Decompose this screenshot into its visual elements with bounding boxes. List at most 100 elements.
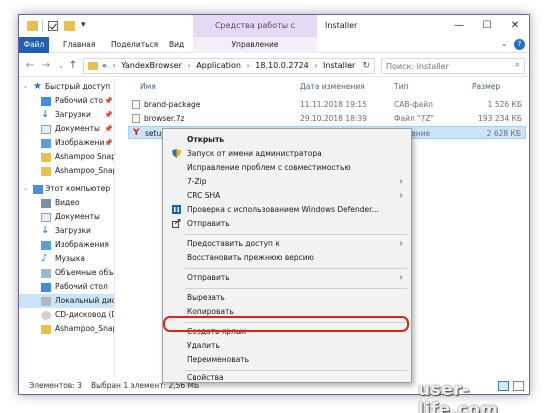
menu-item-rename[interactable]: Переименовать [163,353,411,367]
file-size: 2 628 КБ [486,129,521,138]
window-title: Installer [325,21,358,30]
nav-item-folder[interactable]: Ashampoo Snap [19,150,115,164]
file-size: 1 526 КБ [487,100,522,109]
cube-icon [41,269,51,278]
documents-icon [41,125,51,134]
address-bar: ← → ⌄ ↑ « › YandexBrowser › Application … [19,55,529,77]
back-arrow-icon[interactable]: ← [24,59,36,73]
nav-item-local-disk[interactable]: Локальный дис [19,294,114,308]
nav-item-folder[interactable]: Ashampoo_Snap [19,164,114,178]
nav-item-desktop[interactable]: Рабочий стол [19,280,114,294]
column-name[interactable]: Имя [140,80,156,94]
chevron-right-icon: › [399,273,403,283]
breadcrumb-item[interactable]: Application [196,61,241,70]
search-box[interactable]: ⌕ [381,58,525,74]
menu-item-restore-previous[interactable]: Восстановить прежнюю версию [163,251,411,265]
nav-item-cd-drive[interactable]: CD-дисковод (D [19,308,115,322]
properties-checkbox-icon[interactable] [48,21,58,31]
file-date: 29.10.2018 18:39 [300,114,367,123]
menu-item-defender-scan[interactable]: Проверка с использованием Windows Defend… [163,203,411,217]
desktop-icon [41,97,51,106]
nav-item-label: Рабочий сто [55,96,103,105]
column-date[interactable]: Дата изменения [300,80,365,94]
search-input[interactable] [382,59,507,73]
chevron-down-icon[interactable]: ⌄ [23,80,28,94]
ribbon-expand-icon[interactable]: ⌄ [501,39,508,48]
quick-access-toolbar-dropdown-icon[interactable]: ▾ [81,20,86,30]
tab-view[interactable]: Вид [169,37,184,53]
nav-item-label: Этот компьютер [45,184,111,193]
up-arrow-icon[interactable]: ↑ [67,59,79,73]
tab-share[interactable]: Поделиться [111,37,158,53]
nav-item-downloads[interactable]: ↓ Загрузки [19,224,114,238]
refresh-icon[interactable]: ↻ [362,59,370,73]
nav-item-label: Объемные объе [55,268,115,277]
nav-item-pictures[interactable]: Изображения [19,238,114,252]
tab-home[interactable]: Главная [63,37,95,53]
help-icon[interactable]: ? [514,39,525,50]
menu-item-send-to[interactable]: Отправить › [163,271,411,285]
pin-icon: 📌 [104,111,113,119]
nav-item-desktop[interactable]: Рабочий сто 📌 [19,94,114,108]
close-button[interactable]: ✕ [501,15,529,37]
nav-item-label: CD-дисковод (D [55,310,115,319]
music-icon: ♪ [41,253,48,264]
menu-item-7zip[interactable]: 7-Zip › [163,175,411,189]
column-type[interactable]: Тип [394,80,408,94]
menu-item-troubleshoot-compat[interactable]: Исправление проблем с совместимостью [163,161,411,175]
menu-item-run-as-admin[interactable]: Запуск от имени администратора [163,147,411,161]
folder-icon [41,167,51,176]
nav-item-label: Ashampoo Snap [55,152,115,161]
chevron-down-icon[interactable]: ⌄ [23,182,28,196]
contextual-tab-title: Средства работы с приложениями [193,15,317,52]
nav-item-documents[interactable]: Документы 📌 [19,122,114,136]
title-bar: ▾ Средства работы с приложениями Install… [19,15,529,52]
nav-item-music[interactable]: ♪ Музыка [19,252,114,266]
nav-item-label: Документы [55,124,100,133]
breadcrumb-overflow[interactable]: « [102,61,107,70]
breadcrumb[interactable]: « › YandexBrowser › Application › 18.10.… [83,58,375,74]
menu-item-give-access[interactable]: Предоставить доступ к › [163,237,411,251]
nav-item-downloads[interactable]: ↓ Загрузки 📌 [19,108,114,122]
nav-item-3d-objects[interactable]: Объемные объе [19,266,115,280]
menu-item-share[interactable]: Отправить [163,217,411,231]
menu-item-cut[interactable]: Вырезать [163,291,411,305]
tab-manage[interactable]: Управление [193,37,317,53]
new-folder-icon[interactable] [64,21,75,31]
breadcrumb-item[interactable]: 18.10.0.2724 [255,61,308,70]
table-row[interactable]: browser.7z 29.10.2018 18:39 Файл "7Z" 19… [128,112,526,125]
menu-item-crc-sha[interactable]: CRC SHA › [163,189,411,203]
file-date: 11.11.2018 19:15 [300,100,367,109]
pictures-icon [41,241,51,250]
nav-item-pictures[interactable]: Изображени 📌 [19,136,114,150]
documents-icon [41,213,51,222]
table-row[interactable]: brand-package 11.11.2018 19:15 CAB-файл … [128,98,526,111]
maximize-button[interactable]: ☐ [473,15,501,37]
pin-icon: 📌 [104,139,113,147]
nav-item-label: Изображения [55,240,109,249]
search-icon[interactable]: ⌕ [515,60,520,70]
chevron-right-icon: › [399,239,403,249]
nav-item-label: Музыка [55,254,85,263]
nav-item-videos[interactable]: Видео [19,196,114,210]
nav-this-pc[interactable]: ⌄ Этот компьютер [19,182,114,196]
download-icon: ↓ [41,109,50,120]
column-size[interactable]: Размер [472,80,500,94]
menu-divider [185,234,407,235]
address-dropdown-icon[interactable]: ⌄ [348,59,354,73]
menu-divider [185,288,407,289]
forward-arrow-icon[interactable]: → [40,59,52,73]
nav-item-documents[interactable]: Документы [19,210,114,224]
nav-item-label: Загрузки [55,110,91,119]
minimize-button[interactable]: — [445,15,473,37]
nav-quick-access[interactable]: ⌄ ★ Быстрый доступ [19,80,114,94]
nav-item-label: Ashampoo_Snap [55,324,115,333]
menu-item-open[interactable]: Открыть [163,133,411,147]
tab-file[interactable]: Файл [19,37,49,53]
nav-item-folder[interactable]: Ashampoo_Snap [19,322,115,336]
recent-locations-chevron-icon[interactable]: ⌄ [55,59,67,73]
menu-item-properties[interactable]: Свойства [163,371,411,385]
breadcrumb-item[interactable]: YandexBrowser [121,61,182,70]
share-icon [172,219,181,228]
menu-item-delete[interactable]: Удалить [163,339,411,353]
